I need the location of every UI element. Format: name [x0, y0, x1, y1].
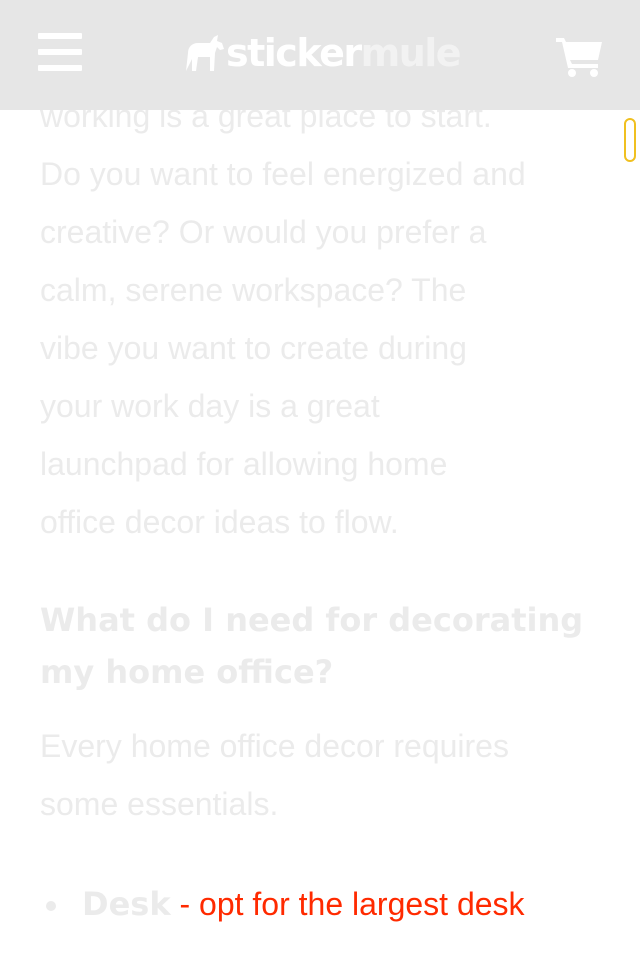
- bullet-icon: [46, 901, 56, 911]
- stickermule-logo[interactable]: stickermule: [180, 30, 462, 76]
- paragraph-line: vibe you want to create during: [40, 330, 467, 366]
- top-header: stickermule: [0, 0, 640, 110]
- list-item-link[interactable]: - opt for the largest desk: [171, 886, 524, 922]
- menu-bar: [38, 33, 82, 39]
- logo-wordmark-sticker: sticker: [226, 31, 362, 75]
- list-item-term: Desk: [82, 885, 171, 923]
- paragraph-line: Every home office decor requires: [40, 728, 509, 764]
- menu-bar: [38, 65, 82, 71]
- intro-paragraph: working is a great place to start. Do yo…: [40, 87, 610, 551]
- list-item: Desk - opt for the largest desk: [40, 875, 610, 933]
- scrollbar-thumb[interactable]: [624, 118, 636, 162]
- shopping-cart-icon[interactable]: [556, 34, 604, 78]
- paragraph-line: office decor ideas to flow.: [40, 504, 399, 540]
- paragraph-line: your work day is a great: [40, 388, 380, 424]
- logo-wordmark-mule: mule: [360, 31, 462, 75]
- page: stickermule working is a great place to …: [0, 0, 640, 959]
- paragraph-line: Do you want to feel energized and: [40, 156, 526, 192]
- hamburger-menu-icon[interactable]: [38, 33, 82, 71]
- paragraph-line: creative? Or would you prefer a: [40, 214, 487, 250]
- logo-wordmark: stickermule: [226, 30, 462, 76]
- heading-line: What do I need for decorating: [40, 601, 584, 639]
- menu-bar: [38, 49, 82, 55]
- mule-logo-icon: [186, 35, 224, 71]
- paragraph-line: calm, serene workspace? The: [40, 272, 467, 308]
- essentials-list: Desk - opt for the largest desk: [40, 875, 610, 933]
- section-heading: What do I need for decorating my home of…: [40, 594, 610, 698]
- paragraph-line: some essentials.: [40, 786, 279, 822]
- essentials-paragraph: Every home office decor requires some es…: [40, 717, 610, 833]
- paragraph-line: launchpad for allowing home: [40, 446, 448, 482]
- heading-line: my home office?: [40, 653, 334, 691]
